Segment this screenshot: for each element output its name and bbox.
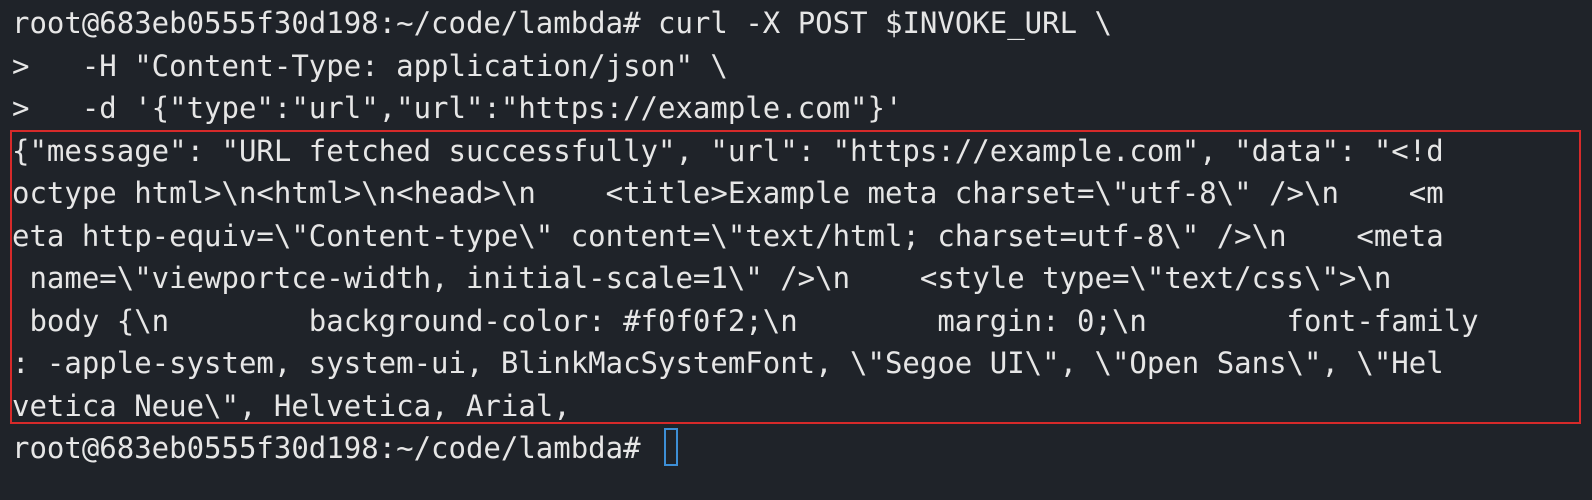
output-line-5: body {\n background-color: #f0f0f2;\n ma…: [12, 304, 1479, 338]
shell-prompt: root@683eb0555f30d198:~/code/lambda#: [12, 431, 659, 465]
command-line-3: > -d '{"type":"url","url":"https://examp…: [12, 91, 903, 125]
command-text: curl -X POST $INVOKE_URL \: [658, 6, 1112, 40]
output-line-1: {"message": "URL fetched successfully", …: [12, 134, 1444, 168]
output-line-7: vetica Neue\", Helvetica, Arial,: [12, 389, 571, 423]
text-cursor[interactable]: [664, 428, 679, 466]
final-prompt-line[interactable]: root@683eb0555f30d198:~/code/lambda#: [12, 427, 679, 470]
shell-prompt: root@683eb0555f30d198:~/code/lambda#: [12, 6, 659, 40]
output-line-4: name=\"viewportce-width, initial-scale=1…: [12, 261, 1392, 295]
command-line-2: > -H "Content-Type: application/json" \: [12, 49, 728, 83]
terminal-window[interactable]: root@683eb0555f30d198:~/code/lambda# cur…: [0, 0, 1592, 500]
output-line-2: octype html>\n<html>\n<head>\n <title>Ex…: [12, 176, 1444, 210]
output-line-6: : -apple-system, system-ui, BlinkMacSyst…: [12, 346, 1444, 380]
output-line-3: eta http-equiv=\"Content-type\" content=…: [12, 219, 1444, 253]
command-line-1: root@683eb0555f30d198:~/code/lambda# cur…: [12, 2, 1112, 45]
